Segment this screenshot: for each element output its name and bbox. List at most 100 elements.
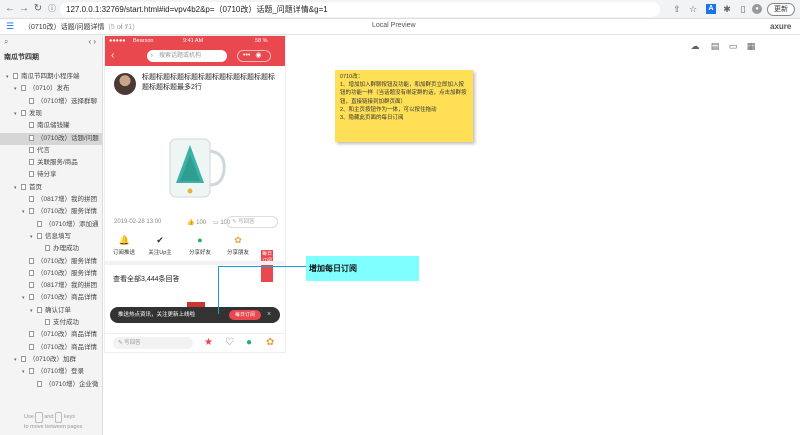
capsule-menu[interactable]: ••• ◉ (237, 50, 271, 62)
write-answer-input[interactable]: ✎ 写回答 (113, 337, 193, 349)
sitemap-item[interactable]: （0817增）我的拼团 (0, 194, 102, 206)
chevron-down-icon[interactable]: ▾ (14, 83, 21, 95)
forward-arrow-icon[interactable]: → (18, 3, 30, 15)
page-icon (13, 73, 18, 79)
sitemap-item[interactable]: ▾ 南瓜节四期小程序端 (0, 71, 102, 83)
sitemap-item[interactable]: ▾ 发现 (0, 108, 102, 120)
sitemap-item[interactable]: （0817增）我的拼团 (0, 280, 102, 292)
page-nav-arrows[interactable]: ‹ › (120, 22, 128, 31)
toast-subscribe-button[interactable]: 每日订阅 (229, 310, 261, 320)
like-count[interactable]: 👍 100 (187, 219, 206, 226)
clock: 9:41 AM (183, 38, 204, 44)
sitemap-item[interactable]: 关联服务/商品 (0, 157, 102, 169)
sitemap-item-label: 待分享 (37, 171, 57, 179)
sitemap-item[interactable]: ▾ （0710改）商品详情 (0, 292, 102, 304)
sitemap-item-label: 信息填写 (45, 232, 71, 240)
avatar[interactable] (114, 73, 136, 95)
reload-icon[interactable]: ↻ (32, 3, 44, 15)
pencil-icon: ✎ (118, 340, 123, 346)
sitemap-item[interactable]: ▾ （0710）发布 (0, 83, 102, 95)
phone-mockup: ●●●●● Bearson 9:41 AM 58 % ‹ ⌕ 搜索话题或机构 •… (104, 35, 286, 353)
back-arrow-icon[interactable]: ← (4, 3, 16, 15)
settings-icon[interactable]: ▦ (746, 41, 756, 51)
sitemap-item[interactable]: （0710增）添加通 (0, 219, 102, 231)
close-icon[interactable]: × (267, 307, 271, 323)
update-button[interactable]: 更新 (767, 3, 795, 16)
moments-icon[interactable]: ✿ (266, 337, 274, 349)
more-icon[interactable]: ••• (243, 52, 250, 59)
action-subscribe[interactable]: 🔔 订阅推送 (107, 235, 141, 256)
sitemap-item[interactable]: 支付成功 (0, 317, 102, 329)
action-follow[interactable]: ✔ 关注Up主 (143, 235, 177, 256)
sitemap-item-label: 办理成功 (53, 245, 79, 253)
sitemap-item[interactable]: 办理成功 (0, 243, 102, 255)
chevron-down-icon[interactable]: ▾ (14, 108, 21, 120)
callout-label: 增加每日订阅 (306, 256, 419, 281)
sitemap-panel: ⌕ ‹ › 南瓜节四期 ▾ 南瓜节四期小程序端 ▾ （0710）发布 （0710增）选择… (0, 35, 103, 435)
sitemap-item[interactable]: ▾ （0710改）服务详情 (0, 206, 102, 218)
left-key-icon (35, 412, 43, 423)
sitemap-item[interactable]: （0710改）服务详情 (0, 256, 102, 268)
write-answer-pill[interactable]: ✎ 写回答 (226, 216, 278, 228)
action-share-friend[interactable]: ● 分享好友 (183, 235, 217, 256)
comments-icon[interactable]: ▭ (728, 41, 738, 51)
action-share-moments[interactable]: ✿ 分享朋友 (221, 235, 255, 256)
chevron-down-icon[interactable]: ▾ (22, 206, 29, 218)
sitemap-item[interactable]: 南瓜储钱罐 (0, 120, 102, 132)
sitemap-toggle-icon[interactable]: ☰ (6, 21, 16, 31)
sidepanel-icon[interactable]: ▯ (738, 4, 748, 14)
chevron-down-icon[interactable]: ▾ (22, 366, 29, 378)
page-icon (45, 245, 50, 252)
phone-search-input[interactable]: ⌕ 搜索话题或机构 (147, 50, 227, 62)
back-icon[interactable]: ‹ (111, 50, 114, 62)
section-divider (105, 261, 285, 265)
sitemap-nav-arrows[interactable]: ‹ › (88, 37, 96, 46)
page-icon (29, 159, 34, 166)
sitemap-item[interactable]: ▾ 信息填写 (0, 231, 102, 243)
sitemap-item[interactable]: （0710改）商品详情 (0, 329, 102, 341)
keyboard-hint: Use and keys to move between pages (24, 412, 83, 430)
chevron-down-icon[interactable]: ▾ (14, 182, 21, 194)
sitemap-item[interactable]: 待分享 (0, 169, 102, 181)
sitemap-item[interactable]: （0710改）服务详情 (0, 268, 102, 280)
sitemap-item[interactable]: ▾ 确认订单 (0, 305, 102, 317)
sitemap-item[interactable]: （0710改）商品详情 (0, 342, 102, 354)
chevron-down-icon[interactable]: ▾ (6, 71, 13, 83)
sitemap-item[interactable]: ▾ 首页 (0, 182, 102, 194)
sitemap-item-label: （0710增）添加通 (45, 220, 99, 228)
chevron-down-icon[interactable]: ▾ (22, 292, 29, 304)
check-circle-icon: ✔ (156, 235, 164, 245)
page-icon (21, 183, 26, 190)
wechat-icon[interactable]: ● (246, 337, 252, 349)
address-bar[interactable]: 127.0.0.1:32769/start.html#id=vpv4b2&p=（… (60, 2, 660, 17)
chevron-down-icon[interactable]: ▾ (14, 354, 21, 366)
search-icon[interactable]: ⌕ (4, 37, 8, 47)
sitemap-item-label: （0710增）登录 (37, 368, 84, 376)
cloud-publish-icon[interactable]: ☁ (690, 41, 700, 51)
sitemap-item-label: （0710改）服务详情 (37, 269, 97, 277)
glass-mug-image (169, 138, 226, 198)
star-icon[interactable]: ★ (204, 337, 213, 349)
sitemap-item-label: 南瓜储钱罐 (37, 122, 70, 130)
sitemap-item[interactable]: （0710增）选择群聊 (0, 96, 102, 108)
bookmark-star-icon[interactable]: ☆ (688, 4, 698, 14)
chevron-down-icon[interactable]: ▾ (30, 231, 37, 243)
share-icon[interactable]: ⇧ (672, 4, 682, 14)
close-capsule-icon[interactable]: ◉ (255, 52, 261, 59)
sitemap-item[interactable]: ▾ （0710增）登录 (0, 366, 102, 378)
all-answers-link[interactable]: 查看全部3,444条回答 (113, 274, 180, 284)
notes-icon[interactable]: ▤ (710, 41, 720, 51)
sitemap-item[interactable]: （0710改）话题/问题 (0, 132, 102, 145)
sitemap-item[interactable]: ▾ （0710改）加群 (0, 354, 102, 366)
translate-extension-icon[interactable]: A (706, 4, 716, 14)
carrier: Bearson (133, 38, 154, 44)
sitemap-item[interactable]: （0710增）企业微 (0, 379, 102, 391)
thumb-up-icon[interactable]: ♡ (225, 337, 234, 349)
sitemap-item[interactable]: 代言 (0, 145, 102, 157)
profile-avatar-icon[interactable]: ● (752, 4, 762, 14)
extensions-puzzle-icon[interactable]: ✱ (722, 4, 732, 14)
sitemap-item-label: （0710改）话题/问题 (37, 134, 99, 142)
battery: 58 % (255, 38, 268, 44)
chevron-down-icon[interactable]: ▾ (30, 305, 37, 317)
sitemap-item-label: 关联服务/商品 (37, 159, 78, 167)
